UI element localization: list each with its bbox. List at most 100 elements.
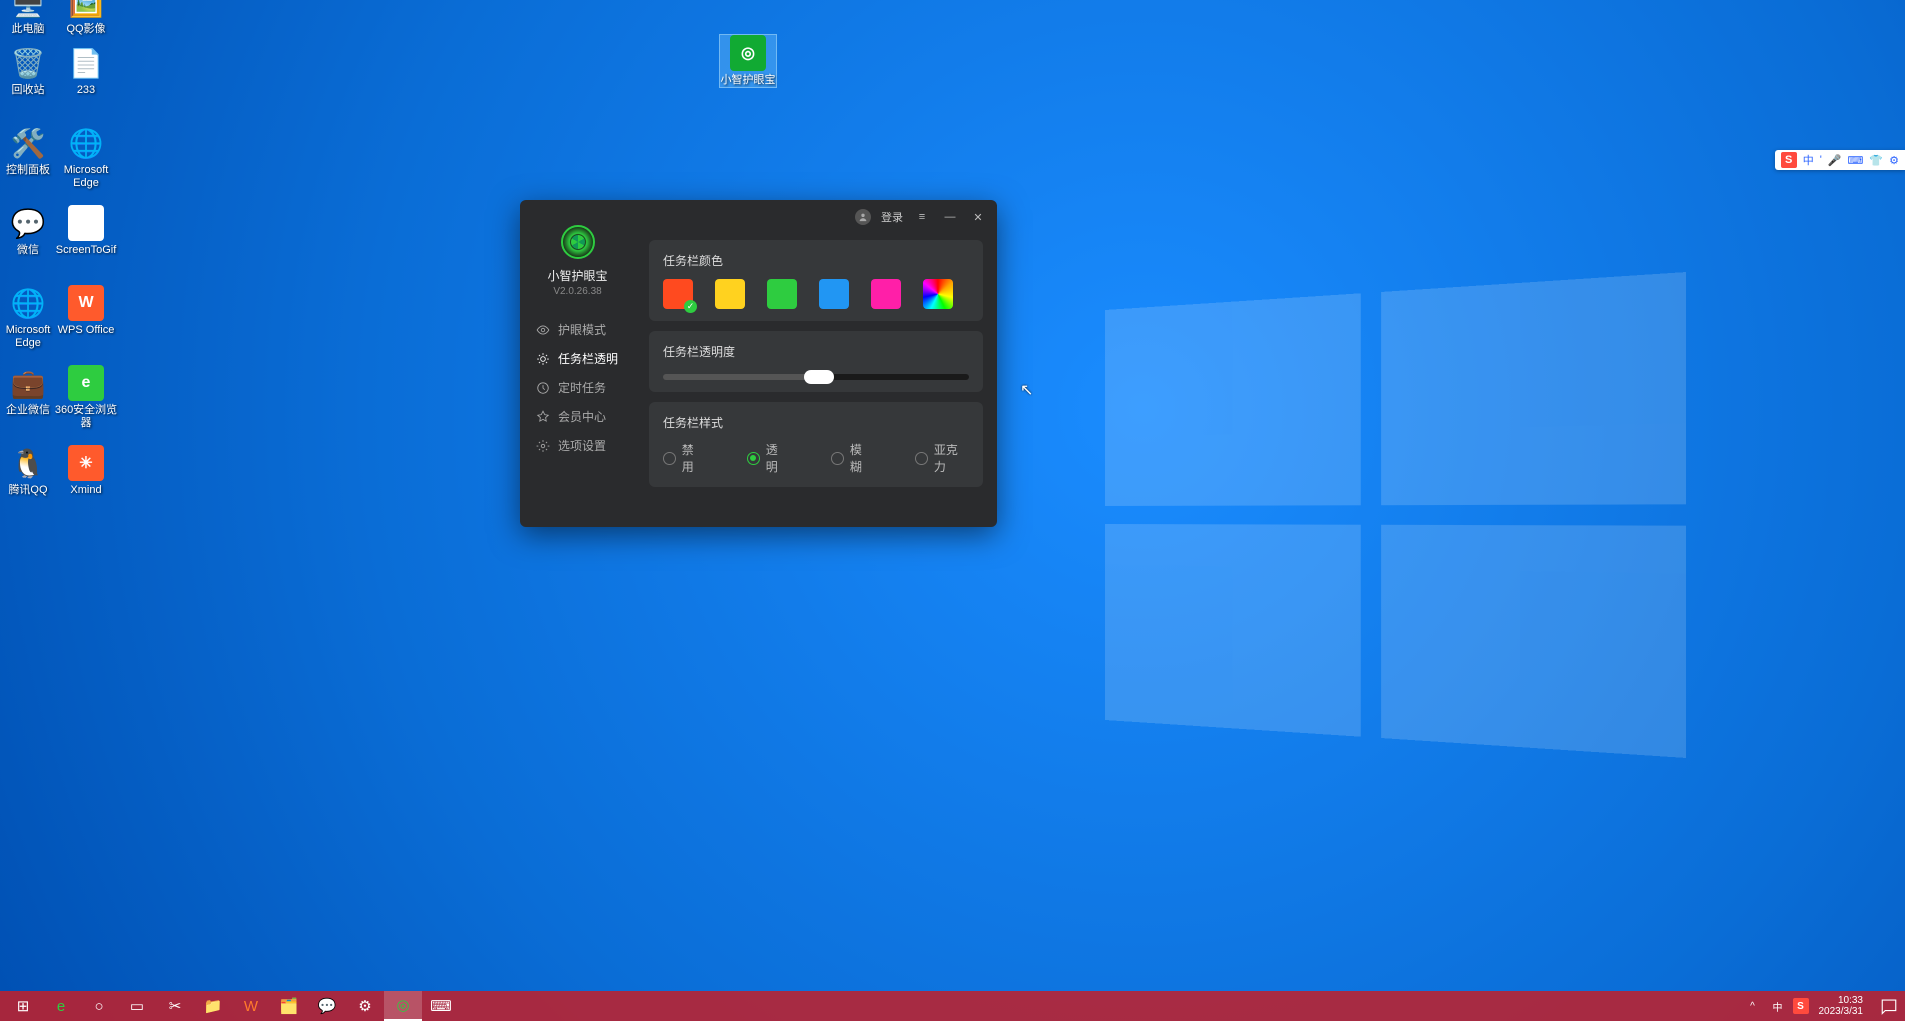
- color-swatch-rainbow[interactable]: [923, 279, 953, 309]
- taskbar-snip[interactable]: ✂: [156, 991, 194, 1021]
- minimize-button[interactable]: —: [941, 208, 959, 226]
- tray-notification-icon[interactable]: [1877, 994, 1901, 1018]
- ime-item[interactable]: 🎤: [1828, 154, 1842, 167]
- desktop-icon-label: WPS Office: [58, 324, 115, 337]
- desktop-icon-recycle-bin[interactable]: 🗑️回收站: [0, 45, 56, 97]
- ime-item[interactable]: ⌨: [1848, 154, 1864, 167]
- eyecare-icon: ◎: [396, 996, 409, 1014]
- taskbar-explorer[interactable]: 📁: [194, 991, 232, 1021]
- desktop-icon-label: Microsoft Edge: [64, 164, 109, 190]
- color-swatch-4[interactable]: [871, 279, 901, 309]
- taskbar-keyboard[interactable]: ⌨: [422, 991, 460, 1021]
- taskbar-right: ^ 中 S 10:33 2023/3/31: [1743, 991, 1902, 1021]
- app-version: V2.0.26.38: [553, 286, 601, 297]
- opacity-slider-thumb[interactable]: [804, 370, 834, 384]
- desktop-icon-wechat[interactable]: 💬微信: [0, 205, 56, 257]
- color-swatch-2[interactable]: [767, 279, 797, 309]
- desktop-icon-qywechat[interactable]: 💼企业微信: [0, 365, 56, 417]
- app-sidebar: 小智护眼宝 V2.0.26.38 护眼模式任务栏透明定时任务会员中心选项设置: [520, 200, 635, 527]
- nav-label: 任务栏透明: [558, 350, 618, 367]
- mouse-cursor: ↖: [1020, 380, 1033, 400]
- desktop-icon-edge1[interactable]: 🌐Microsoft Edge: [58, 125, 114, 190]
- browser360-icon: e: [57, 998, 65, 1015]
- timer-icon: [536, 381, 550, 395]
- radio-label: 透明: [766, 441, 789, 475]
- color-swatch-1[interactable]: [715, 279, 745, 309]
- taskbar-wps[interactable]: W: [232, 991, 270, 1021]
- tray-date: 2023/3/31: [1819, 1006, 1864, 1018]
- ime-floating-bar[interactable]: S 中 ' 🎤 ⌨ 👕 ⚙: [1775, 150, 1905, 170]
- login-button[interactable]: 登录: [881, 209, 903, 225]
- ime-item[interactable]: ⚙: [1889, 154, 1899, 167]
- nav-settings[interactable]: 选项设置: [520, 431, 635, 460]
- eye-mode-icon: [536, 323, 550, 337]
- windows-logo-bg: [1105, 272, 1686, 758]
- taskbar-browser360[interactable]: e: [42, 991, 80, 1021]
- desktop-icon-qq-image[interactable]: 🖼️ QQ影像: [58, 0, 114, 36]
- desktop-icon-label: 233: [77, 84, 95, 97]
- desktop-icon-label: QQ影像: [66, 23, 105, 36]
- close-button[interactable]: ✕: [969, 208, 987, 226]
- app-titlebar: 登录 ≡ — ✕: [855, 200, 997, 234]
- desktop-icon-wps[interactable]: WWPS Office: [58, 285, 114, 337]
- color-swatch-0[interactable]: [663, 279, 693, 309]
- taskbar-taskview[interactable]: ▭: [118, 991, 156, 1021]
- desktop-icon-label: 360安全浏览 器: [55, 404, 117, 430]
- nav-label: 定时任务: [558, 379, 606, 396]
- ime-item[interactable]: 👕: [1869, 154, 1883, 167]
- taskbar-cortana[interactable]: ○: [80, 991, 118, 1021]
- desktop-icon-txt-233[interactable]: 📄233: [58, 45, 114, 97]
- taskbar-start[interactable]: ⊞: [4, 991, 42, 1021]
- desktop-icon-qq[interactable]: 🐧腾讯QQ: [0, 445, 56, 497]
- files-icon: 🗂️: [280, 997, 299, 1015]
- ime-item[interactable]: ': [1820, 154, 1822, 166]
- radio-disable[interactable]: 禁用: [663, 441, 705, 475]
- desktop-icon-edge2[interactable]: 🌐Microsoft Edge: [0, 285, 56, 350]
- nav-timer[interactable]: 定时任务: [520, 373, 635, 402]
- taskbar-files[interactable]: 🗂️: [270, 991, 308, 1021]
- desktop-icon-eyecare-desktop[interactable]: ◎ 小智护眼宝: [720, 35, 776, 87]
- qq-image-icon: 🖼️: [68, 0, 104, 20]
- desktop-icon-this-pc[interactable]: 🖥️此电脑: [0, 0, 56, 36]
- nav-eye-mode[interactable]: 护眼模式: [520, 315, 635, 344]
- taskbar-wechat[interactable]: 💬: [308, 991, 346, 1021]
- tray-chevron-icon[interactable]: ^: [1743, 991, 1763, 1021]
- radio-acrylic[interactable]: 亚克力: [915, 441, 969, 475]
- menu-icon[interactable]: ≡: [913, 208, 931, 226]
- eyecare-desktop-icon: ◎: [730, 35, 766, 71]
- panel-taskbar-color: 任务栏颜色: [649, 240, 983, 321]
- desktop-icon-control-panel[interactable]: 🛠️控制面板: [0, 125, 56, 177]
- nav-taskbar-trans[interactable]: 任务栏透明: [520, 344, 635, 373]
- start-icon: ⊞: [17, 997, 30, 1015]
- color-swatch-3[interactable]: [819, 279, 849, 309]
- taskbar-settings[interactable]: ⚙: [346, 991, 384, 1021]
- radio-label: 禁用: [682, 441, 705, 475]
- this-pc-icon: 🖥️: [10, 0, 46, 20]
- app-title: 小智护眼宝: [547, 267, 607, 284]
- keyboard-icon: ⌨: [430, 997, 452, 1015]
- taskbar-eyecare[interactable]: ◎: [384, 991, 422, 1021]
- desktop-icon-label: 回收站: [12, 84, 45, 97]
- user-avatar-icon[interactable]: [855, 209, 871, 225]
- radio-label: 亚克力: [934, 441, 969, 475]
- desktop-icon-screentogif[interactable]: S>GScreenToGif: [58, 205, 114, 257]
- tray-clock[interactable]: 10:33 2023/3/31: [1819, 995, 1868, 1018]
- opacity-slider[interactable]: [663, 374, 969, 380]
- nav-label: 选项设置: [558, 437, 606, 454]
- radio-transparent[interactable]: 透明: [747, 441, 789, 475]
- tray-ime[interactable]: 中: [1773, 999, 1783, 1014]
- qq-icon: 🐧: [10, 445, 46, 481]
- desktop-icon-360browser[interactable]: e360安全浏览 器: [58, 365, 114, 430]
- desktop-icon-label: 小智护眼宝: [721, 74, 776, 87]
- taskbar-left: ⊞ e ○▭✂📁W 🗂️ 💬 ⚙ ◎ ⌨: [4, 991, 460, 1021]
- radio-blur[interactable]: 模糊: [831, 441, 873, 475]
- wechat-icon: 💬: [318, 997, 337, 1015]
- tray-sogou-icon[interactable]: S: [1793, 998, 1809, 1014]
- radio-circle-icon: [915, 452, 928, 465]
- edge2-icon: 🌐: [10, 285, 46, 321]
- radio-label: 模糊: [850, 441, 873, 475]
- ime-mode[interactable]: 中: [1803, 152, 1814, 168]
- nav-vip[interactable]: 会员中心: [520, 402, 635, 431]
- screentogif-icon: S>G: [68, 205, 104, 241]
- desktop-icon-xmind[interactable]: ✳Xmind: [58, 445, 114, 497]
